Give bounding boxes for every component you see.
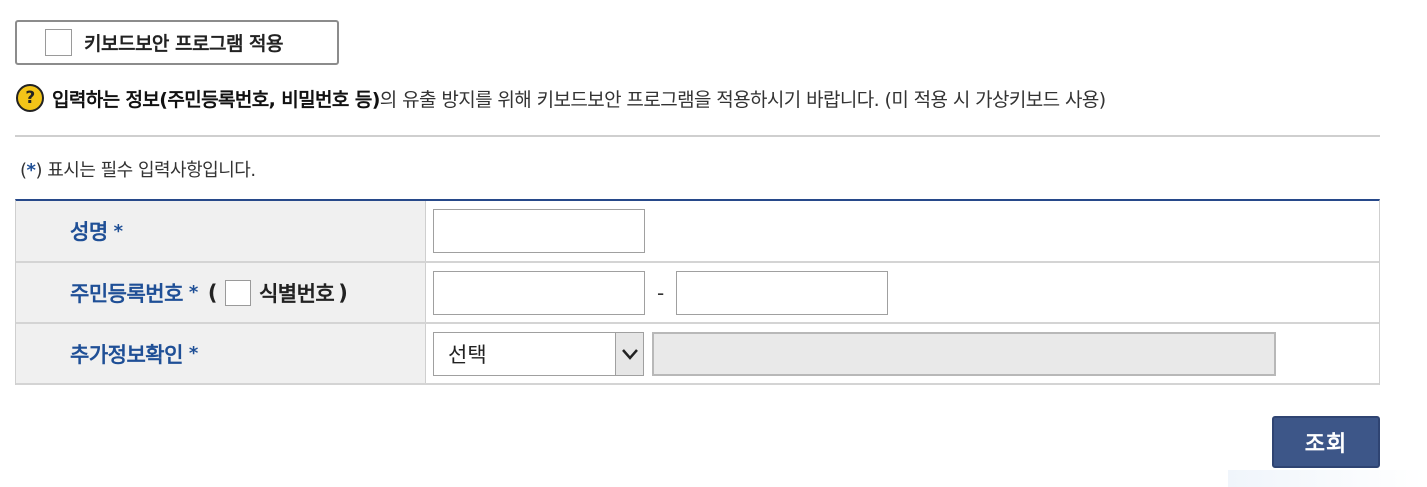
rrn-label: 주민등록번호 (70, 281, 183, 306)
name-input[interactable] (433, 209, 645, 253)
required-star-icon: * (188, 282, 198, 303)
keyboard-security-toggle[interactable]: 키보드보안 프로그램 적용 (15, 20, 339, 65)
question-icon: ? (16, 84, 44, 112)
background-fade (1228, 470, 1427, 487)
keyboard-security-label: 키보드보안 프로그램 적용 (84, 33, 284, 55)
extra-label: 추가정보확인 (70, 342, 183, 367)
extra-info-input (652, 331, 1276, 376)
chevron-down-icon[interactable] (615, 332, 643, 375)
form-row-name: 성명 * (16, 201, 1379, 263)
search-button[interactable]: 조회 (1272, 416, 1380, 468)
notice-text: 의 유출 방지를 위해 키보드보안 프로그램을 적용하시기 바랍니다. (미 적… (379, 88, 1106, 111)
security-notice: ? 입력하는 정보(주민등록번호, 비밀번호 등) 의 유출 방지를 위해 키보… (16, 83, 1396, 113)
extra-info-select-value: 선택 (448, 342, 487, 367)
rrn-second-input[interactable] (676, 270, 889, 315)
rrn-label-cell: 주민등록번호 * ( 식별번호 ) (16, 263, 426, 322)
name-label: 성명 (70, 220, 108, 244)
name-label-cell: 성명 * (16, 201, 426, 261)
rrn-separator: - (657, 280, 665, 305)
identifier-label: 식별번호 (258, 281, 335, 306)
required-note: (*) 표시는 필수 입력사항입니다. (20, 160, 256, 181)
divider (15, 135, 1380, 137)
rrn-first-input[interactable] (433, 270, 645, 315)
required-star-icon: * (188, 343, 198, 364)
required-star-icon: * (113, 220, 123, 242)
extra-label-cell: 추가정보확인 * (16, 324, 426, 383)
extra-info-select[interactable]: 선택 (433, 331, 644, 376)
form-row-rrn: 주민등록번호 * ( 식별번호 ) - (16, 263, 1379, 324)
keyboard-security-checkbox[interactable] (45, 29, 72, 56)
notice-bold-text: 입력하는 정보(주민등록번호, 비밀번호 등) (52, 88, 380, 111)
form-row-extra: 추가정보확인 * 선택 (16, 324, 1379, 385)
identifier-checkbox[interactable] (224, 279, 251, 306)
lookup-form: 성명 * 주민등록번호 * ( 식별번호 ) - 추가정보확인 * 선택 (15, 199, 1380, 385)
